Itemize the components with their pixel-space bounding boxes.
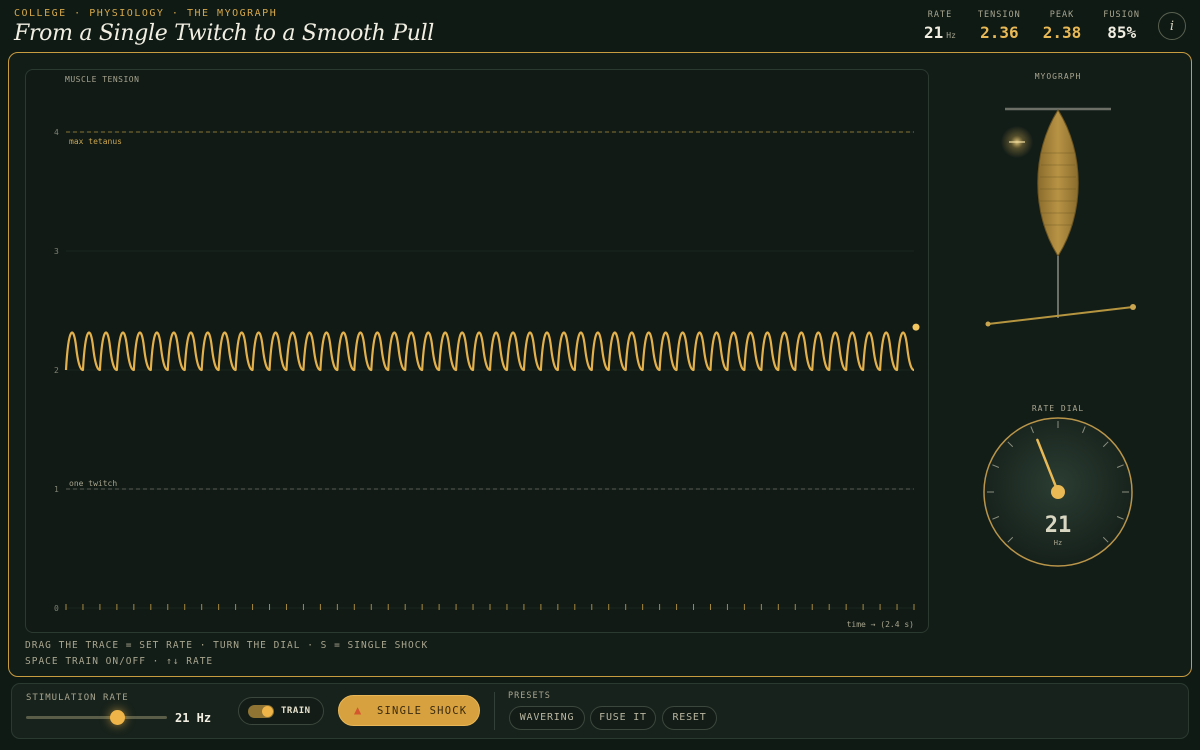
- preset-fuse-it-button[interactable]: FUSE IT: [590, 706, 656, 730]
- y-tick-label-2: 2: [54, 366, 59, 375]
- tension-trace: [64, 331, 915, 372]
- dial-value: 21: [1045, 513, 1072, 538]
- rate-slider-track[interactable]: [26, 716, 167, 719]
- presets-label: PRESETS: [508, 691, 551, 701]
- stat-peak: PEAK 2.38: [1043, 10, 1082, 42]
- lightning-icon: ▲: [354, 703, 362, 717]
- myograph-label: MYOGRAPH: [1034, 72, 1082, 81]
- muscle-shape: [1037, 109, 1079, 257]
- train-switch[interactable]: [248, 705, 274, 718]
- stat-rate-unit: Hz: [946, 31, 956, 40]
- stat-peak-value: 2.38: [1042, 23, 1082, 42]
- max-tetanus-label: max tetanus: [69, 137, 122, 146]
- rate-dial[interactable]: 21 Hz: [981, 415, 1135, 569]
- y-tick-label-4: 4: [54, 128, 59, 137]
- y-tick-label-3: 3: [54, 247, 59, 256]
- single-shock-button[interactable]: ▲ SINGLE SHOCK: [338, 695, 480, 726]
- divider: [494, 692, 495, 730]
- stat-fusion-value: 85%: [1107, 23, 1137, 42]
- stat-tension-label: TENSION: [977, 10, 1021, 20]
- y-tick-label-1: 1: [54, 485, 59, 494]
- rate-dial-label: RATE DIAL: [1031, 404, 1085, 413]
- dial-unit: Hz: [1054, 539, 1062, 547]
- single-shock-label: SINGLE SHOCK: [377, 705, 468, 717]
- stat-fusion: FUSION 85%: [1103, 10, 1140, 42]
- time-axis-label: time → (2.4 s): [847, 620, 914, 629]
- tension-chart-svg: 0 1 2 3 4 max tetanus one twitch time → (2.4…: [54, 128, 920, 629]
- control-bar: STIMULATION RATE 21 Hz TRAIN ▲ SINGLE SH…: [11, 683, 1189, 739]
- info-icon: i: [1169, 18, 1175, 34]
- info-button[interactable]: i: [1158, 12, 1186, 40]
- stat-rate-label: RATE: [927, 10, 953, 20]
- train-label: TRAIN: [281, 706, 311, 716]
- rate-slider-value: 21 Hz: [175, 711, 212, 725]
- hint-line-2: SPACE TRAIN ON/OFF · ↑↓ RATE: [25, 656, 214, 667]
- hint-line-1: DRAG THE TRACE = SET RATE · TURN THE DIA…: [25, 640, 429, 651]
- stimulation-rate-label: STIMULATION RATE: [26, 693, 129, 703]
- train-toggle[interactable]: TRAIN: [238, 697, 324, 725]
- preset-wavering-button[interactable]: WAVERING: [509, 706, 585, 730]
- rate-slider-thumb[interactable]: [110, 710, 125, 725]
- tension-plot[interactable]: MUSCLE TENSION 01234 max tetanus one twi…: [25, 69, 929, 633]
- stat-peak-label: PEAK: [1049, 10, 1075, 20]
- train-switch-knob: [262, 706, 273, 717]
- header: COLLEGE · PHYSIOLOGY · THE MYOGRAPH From…: [14, 8, 1186, 50]
- trace-head: [912, 323, 920, 331]
- one-twitch-label: one twitch: [69, 479, 117, 488]
- lever-arm: [987, 306, 1134, 325]
- stat-fusion-label: FUSION: [1103, 10, 1140, 20]
- keyboard-hints: DRAG THE TRACE = SET RATE · TURN THE DIA…: [25, 638, 428, 670]
- stats-readout: RATE 21 Hz TENSION 2.36 PEAK 2.38 FUSION …: [902, 10, 1186, 42]
- stat-tension-value: 2.36: [980, 23, 1019, 42]
- dial-hub: [1051, 485, 1065, 499]
- stat-rate-value: 21 Hz: [924, 23, 956, 42]
- y-tick-label-0: 0: [54, 604, 59, 613]
- myograph-illustration: [985, 107, 1136, 327]
- stat-tension: TENSION 2.36: [978, 10, 1021, 42]
- preset-reset-button[interactable]: RESET: [662, 706, 717, 730]
- stat-rate: RATE 21 Hz: [924, 10, 956, 42]
- main-frame: MUSCLE TENSION 01234 max tetanus one twi…: [8, 52, 1192, 677]
